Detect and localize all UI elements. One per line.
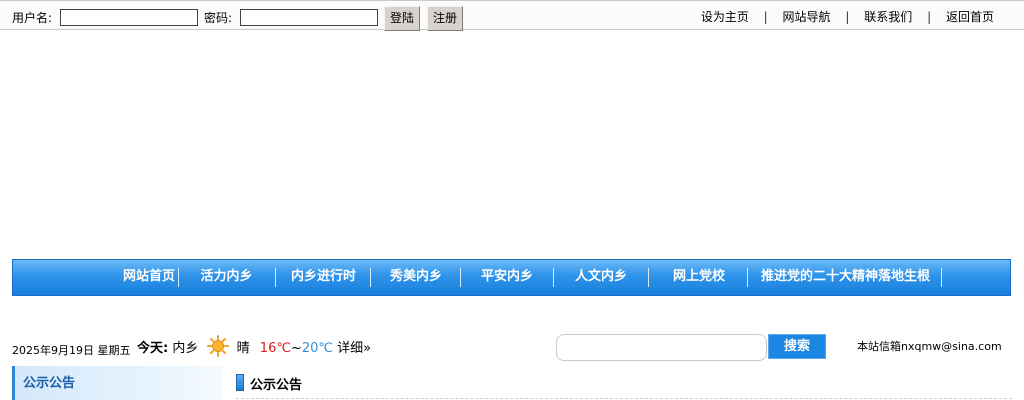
link-separator: |: [763, 10, 768, 24]
nav-item-beautiful[interactable]: 秀美内乡: [371, 260, 461, 295]
nav-item-twentieth-congress[interactable]: 推进党的二十大精神落地生根: [748, 260, 943, 295]
username-input[interactable]: [60, 9, 198, 26]
section-marker-icon: [236, 374, 244, 391]
weather-detail-link[interactable]: 详细»: [337, 341, 371, 356]
sidebar-notice-title: 公示公告: [23, 376, 76, 391]
section-divider: [236, 398, 1012, 399]
username-label: 用户名:: [12, 11, 53, 25]
site-navigation-link[interactable]: 网站导航: [783, 10, 831, 24]
contact-us-link[interactable]: 联系我们: [864, 10, 912, 24]
main-nav-bar: 网站首页 活力内乡 内乡进行时 秀美内乡 平安内乡 人文内乡 网上党校 推进党的…: [12, 259, 1011, 296]
register-button[interactable]: 注册: [427, 6, 463, 31]
top-links: 设为主页 | 网站导航 | 联系我们 | 返回首页: [701, 8, 994, 25]
nav-divider: [941, 268, 942, 287]
weather-widget: 今天: 内乡 晴 16℃~20℃ 详细»: [137, 335, 371, 357]
nav-item-party-school[interactable]: 网上党校: [649, 260, 749, 295]
search-button[interactable]: 搜索: [768, 334, 826, 359]
nav-item-vitality[interactable]: 活力内乡: [179, 260, 274, 295]
sun-icon: [206, 335, 229, 357]
nav-item-in-progress[interactable]: 内乡进行时: [276, 260, 371, 295]
weather-location: 内乡: [172, 341, 199, 356]
temp-high: 20℃: [301, 341, 334, 356]
password-label: 密码:: [204, 11, 233, 25]
link-separator: |: [845, 10, 850, 24]
weather-condition: 晴: [236, 341, 250, 356]
nav-item-culture[interactable]: 人文内乡: [554, 260, 648, 295]
back-home-link[interactable]: 返回首页: [946, 10, 994, 24]
today-label: 今天:: [137, 341, 169, 356]
nav-item-safe[interactable]: 平安内乡: [461, 260, 553, 295]
login-button[interactable]: 登陆: [384, 6, 420, 31]
search-input[interactable]: [556, 334, 767, 361]
site-email: 本站信箱nxqmw@sina.com: [857, 340, 1002, 353]
top-bar: 用户名: 密码: 登陆 注册 设为主页 | 网站导航 | 联系我们 | 返回首页: [0, 0, 1024, 31]
password-input[interactable]: [240, 9, 378, 26]
temp-separator: ~: [290, 341, 302, 356]
link-separator: |: [927, 10, 932, 24]
main-notice-title: 公示公告: [250, 378, 303, 393]
set-homepage-link[interactable]: 设为主页: [701, 10, 749, 24]
temp-low: 16℃: [259, 341, 291, 356]
sidebar-notice-header[interactable]: 公示公告: [12, 366, 223, 400]
current-date: 2025年9月19日 星期五: [12, 344, 131, 357]
